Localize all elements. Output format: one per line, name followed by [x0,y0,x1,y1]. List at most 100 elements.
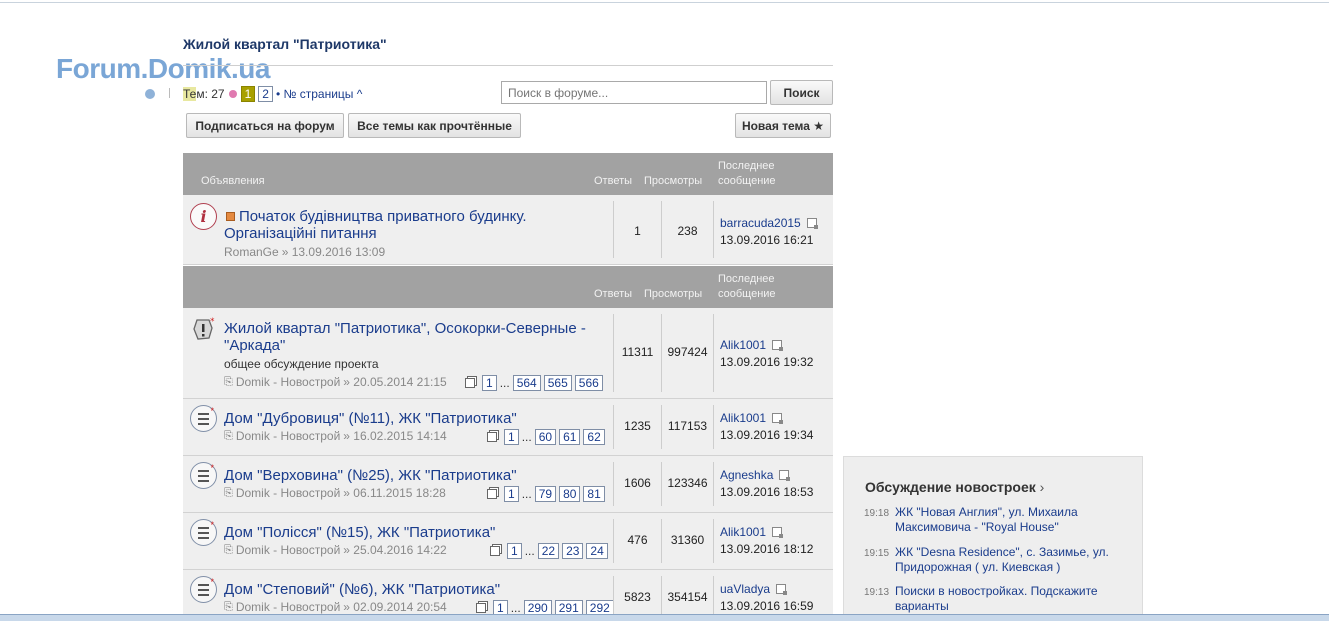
last-post-user[interactable]: Alik1001 [720,525,766,539]
topic-page-link[interactable]: 1 [482,375,497,391]
topic-author[interactable]: Domik - Новострой [236,543,340,557]
announcement-author[interactable]: RomanGe [224,245,279,259]
page-current: 1 [240,86,256,102]
topic-page-link[interactable]: 22 [537,543,560,559]
new-post-icon[interactable] [226,212,235,221]
topic-page-link[interactable]: 23 [562,543,584,559]
topic-page-link[interactable]: 61 [559,429,581,445]
topic-page-link[interactable]: 566 [574,375,603,391]
topic-title[interactable]: Дом "Дубровиця" (№11), ЖК "Патриотика" [224,410,517,427]
last-post-user-wrap: uaVladya [720,582,788,596]
topic-page-link[interactable]: 565 [543,375,572,391]
topic-page-link[interactable]: 81 [583,486,605,502]
topic-date: » 06.11.2015 18:28 [343,486,446,500]
search-button[interactable]: Поиск [770,80,833,105]
new-topic-button[interactable]: Новая тема ★ [735,113,831,138]
topic-row: * Дом "Дубровиця" (№11), ЖК "Патриотика" ⎘… [183,399,833,456]
discussion-link[interactable]: ЖК "Desna Residence", с. Зазимье, ул. Пр… [895,545,1124,575]
goto-last-post-icon[interactable] [772,340,784,351]
col-divider [713,405,714,449]
panel-title[interactable]: Обсуждение новостроек › [865,479,1044,495]
topic-page-link[interactable]: 60 [534,429,557,445]
topic-title-line-2[interactable]: "Аркада" [224,337,285,354]
forum-title[interactable]: Жилой квартал "Патриотика" [183,36,387,52]
discussion-link[interactable]: ЖК "Новая Англия", ул. Михаила Максимови… [895,505,1124,535]
attachment-icon: ⎘ [224,375,233,388]
topic-meta: ⎘ Domik - Новострой » 20.05.2014 21:15 [224,375,447,389]
topic-page-link[interactable]: 1 [504,486,519,502]
announcement-title-2[interactable]: Організаційні питання [224,225,377,242]
discussion-time: 19:15 [864,548,890,559]
attachment-icon: ⎘ [224,486,233,499]
header-views: Просмотры [644,288,703,300]
topic-author[interactable]: Domik - Новострой [236,486,340,500]
goto-last-post-icon[interactable] [776,584,788,595]
goto-last-post-icon[interactable] [779,470,791,481]
topic-author[interactable]: Domik - Новострой [236,429,340,443]
last-post-date: 13.09.2016 16:59 [720,599,814,613]
topic-meta: ⎘ Domik - Новострой» 25.04.2016 14:22 [224,543,447,557]
col-divider [713,201,714,258]
page-link-2[interactable]: 2 [258,86,273,102]
announcement-last-date: 13.09.2016 16:21 [720,233,814,247]
forum-search-input[interactable] [501,81,767,104]
topic-icon: * [190,462,217,489]
discussion-time: 19:13 [864,587,890,598]
last-post-user-wrap: Alik1001 [720,411,784,425]
last-post-user-wrap: Alik1001 [720,338,784,352]
announcement-info-icon: i [190,203,217,230]
topic-page-link[interactable]: 80 [559,486,581,502]
topic-views: 123346 [667,476,708,490]
topics-label-rest: м: 27 [196,87,225,101]
last-post-date: 13.09.2016 19:32 [720,355,814,369]
topic-page-link[interactable]: 1 [504,429,519,445]
topics-count-label: Тем: 27 [183,87,225,101]
topics-pagination: Тем: 27 1 2 • № страницы ^ [183,86,362,102]
topic-title[interactable]: Дом "Степовий" (№6), ЖК "Патриотика" [224,581,500,598]
topic-views: 997424 [667,345,708,359]
last-post-user[interactable]: Alik1001 [720,338,766,352]
topic-replies: 5823 [624,590,651,604]
topic-page-link[interactable]: 24 [586,543,608,559]
announcements-table: Объявления Ответы Просмотры Последнее со… [183,153,833,265]
topic-views: 354154 [667,590,708,604]
last-post-user[interactable]: Agneshka [720,468,773,482]
topic-pages: 1... 79 80 81 [487,486,605,502]
topic-meta: ⎘ Domik - Новострой» 06.11.2015 18:28 [224,486,446,500]
goto-last-post-icon[interactable] [772,413,784,424]
header-last-post-1: Последнее [718,160,775,172]
topic-page-link[interactable]: 62 [583,429,605,445]
topic-page-link[interactable]: 79 [534,486,557,502]
topic-title[interactable]: Дом "Полісся" (№15), ЖК "Патриотика" [224,524,495,541]
header-section-label: Объявления [201,175,265,187]
goto-last-post-icon[interactable] [772,527,784,538]
multipage-icon [490,546,500,556]
announcement-title-1[interactable]: Початок будівництва приватного будинку. [239,208,527,225]
topic-row: * Жилой квартал "Патриотика", Осокорки-С… [183,308,833,399]
subscribe-forum-button[interactable]: Подписаться на форум [186,113,344,138]
site-logo[interactable]: Forum.Domik.ua [56,53,270,85]
topic-page-link[interactable]: 1 [507,543,522,559]
topic-page-link[interactable]: 564 [512,375,541,391]
announcement-views: 238 [677,224,698,238]
header-views: Просмотры [644,175,703,187]
last-post-user[interactable]: uaVladya [720,582,770,596]
goto-last-post-icon[interactable] [806,218,818,229]
col-divider [713,314,714,392]
last-post-user[interactable]: Alik1001 [720,411,766,425]
topic-title-line-1[interactable]: Жилой квартал "Патриотика", Осокорки-Сев… [224,320,586,337]
topic-title[interactable]: Дом "Верховина" (№25), ЖК "Патриотика" [224,467,517,484]
discussion-link[interactable]: Поиски в новостройках. Подскажите вариан… [895,584,1124,614]
announcement-last-user[interactable]: barracuda2015 [720,216,801,230]
topic-author[interactable]: Domik - Новострой [236,375,340,389]
status-dot [145,89,155,99]
taskbar-edge [0,614,1329,621]
announcement-last-user-wrap: barracuda2015 [720,216,818,230]
discussion-item: 19:13 Поиски в новостройках. Подскажите … [864,584,1124,614]
topic-author[interactable]: Domik - Новострой [236,600,340,614]
multipage-icon [465,378,475,388]
page-number-selector[interactable]: • № страницы ^ [276,87,362,101]
new-builds-discussion-panel: Обсуждение новостроек › 19:18 ЖК "Новая … [843,456,1143,621]
mark-all-read-button[interactable]: Все темы как прочтённые [348,113,521,138]
header-replies: Ответы [594,175,633,187]
